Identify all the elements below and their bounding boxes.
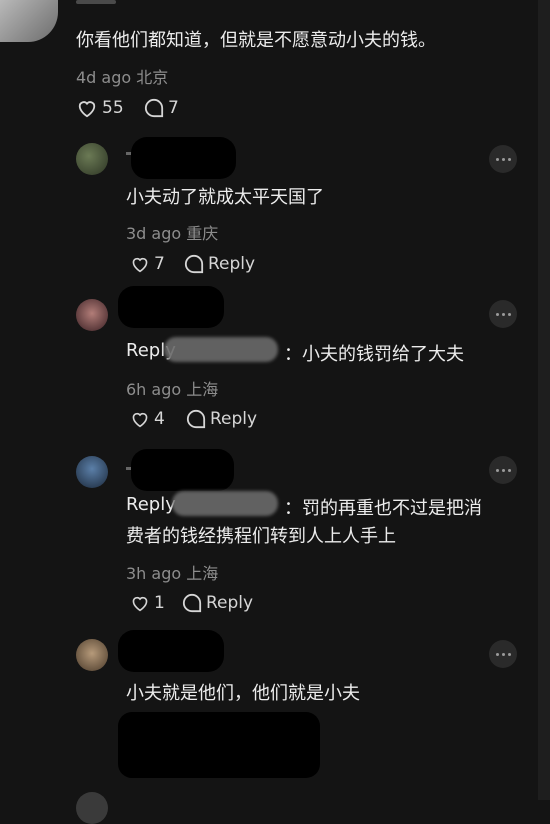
top-reply-count: 7 [168, 98, 179, 118]
top-comment-location: 北京 [136, 68, 169, 87]
reply-2-more-button[interactable] [489, 300, 517, 328]
reply-3-reply-button[interactable]: Reply [182, 593, 253, 613]
reply-2-reply-button[interactable]: Reply [186, 409, 257, 429]
reply-1-username-redacted [131, 137, 236, 179]
reply-1-location: 重庆 [186, 224, 219, 243]
top-comment-time: 4d ago [76, 68, 132, 87]
reply-1-more-button[interactable] [489, 145, 517, 173]
reply-1-reply-button[interactable]: Reply [184, 254, 255, 274]
reply-3-mention-redacted [172, 491, 278, 516]
reply-2-reply-label: Reply [210, 409, 258, 429]
reply-2-mention-redacted [164, 337, 278, 362]
reply-2-time: 6h ago [126, 380, 182, 399]
heart-outline-icon [78, 101, 96, 118]
reply-4-text: 小夫就是他们，他们就是小夫 [126, 683, 360, 704]
reply-3-reply-label: Reply [206, 593, 254, 613]
reply-2-location: 上海 [186, 380, 219, 399]
comment-bubble-icon [144, 98, 164, 118]
reply-2-username-redacted [118, 286, 224, 328]
reply-3-like-count: 1 [154, 593, 165, 613]
reply-2-meta: 6h ago 上海 [126, 376, 218, 400]
reply-1-meta: 3d ago 重庆 [126, 220, 218, 244]
reply-3-text-line2: 费者的钱经携程们转到人上人手上 [126, 526, 396, 547]
heart-outline-icon [132, 257, 148, 273]
reply-3-username-redacted [131, 449, 234, 491]
reply-1-text: 小夫动了就成太平天国了 [126, 187, 324, 208]
top-like-button[interactable]: 55 [76, 98, 124, 118]
reply-2-like-button[interactable]: 4 [130, 409, 165, 429]
reply-4-more-button[interactable] [489, 640, 517, 668]
comment-bubble-icon [184, 254, 204, 274]
top-comment-avatar[interactable] [0, 0, 58, 42]
reply-4-username-redacted [118, 630, 224, 672]
top-username-fragment [76, 0, 116, 4]
reply-1-time: 3d ago [126, 224, 182, 243]
reply-3-avatar[interactable] [76, 456, 108, 488]
top-comment-text: 你看他们都知道，但就是不愿意动小夫的钱。 [76, 30, 436, 51]
heart-outline-icon [132, 596, 148, 612]
reply-2-avatar[interactable] [76, 299, 108, 331]
reply-1-like-count: 7 [154, 254, 165, 274]
reply-2-text: ：小夫的钱罚给了大夫 [284, 344, 464, 365]
reply-3-text-line1: ：罚的再重也不过是把消 [284, 498, 482, 519]
comment-bubble-icon [186, 409, 206, 429]
heart-outline-icon [132, 412, 148, 428]
reply-3-more-button[interactable] [489, 456, 517, 484]
reply-1-reply-label: Reply [208, 254, 256, 274]
top-like-count: 55 [102, 98, 124, 118]
reply-2-like-count: 4 [154, 409, 165, 429]
comment-bubble-icon [182, 593, 202, 613]
reply-3-time: 3h ago [126, 564, 182, 583]
reply-1-like-button[interactable]: 7 [130, 254, 165, 274]
reply-3-meta: 3h ago 上海 [126, 560, 218, 584]
reply-1-avatar[interactable] [76, 143, 108, 175]
reply-4-avatar[interactable] [76, 639, 108, 671]
reply-3-location: 上海 [186, 564, 219, 583]
reply-3-like-button[interactable]: 1 [130, 593, 165, 613]
reply-4-image-redacted [118, 712, 320, 778]
top-reply-count-button[interactable]: 7 [144, 98, 179, 118]
right-edge-strip [538, 0, 550, 800]
reply-3-reply-prefix: Reply [126, 494, 176, 515]
top-comment-meta: 4d ago 北京 [76, 64, 168, 88]
next-reply-avatar[interactable] [76, 792, 108, 824]
